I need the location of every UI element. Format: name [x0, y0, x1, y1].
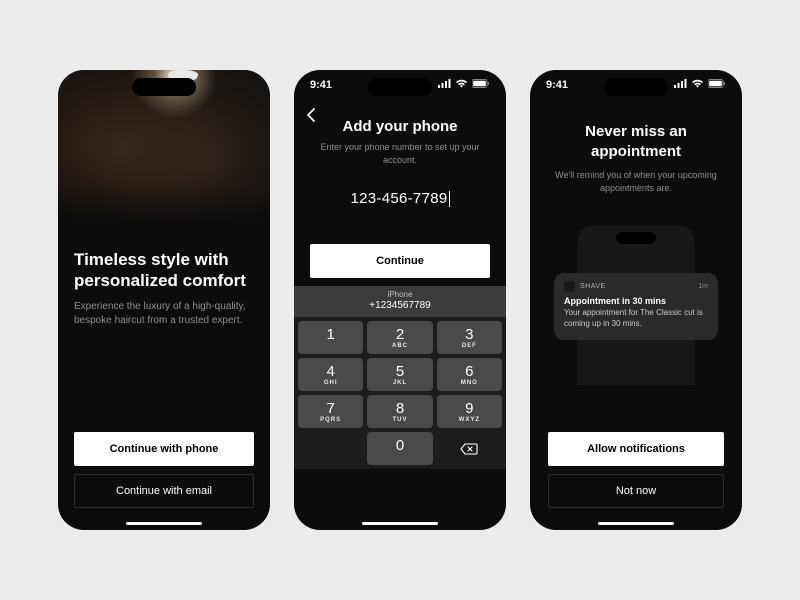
chevron-left-icon: [306, 108, 315, 122]
notifications-subtitle: We'll remind you of when your upcoming a…: [548, 169, 724, 195]
status-indicators: [674, 79, 726, 91]
keypad-blank: [298, 432, 363, 465]
phone-number-value: 123-456-7789: [350, 190, 447, 207]
mock-notch: [616, 232, 656, 244]
device-notch: [604, 78, 668, 96]
not-now-button[interactable]: Not now: [548, 474, 724, 508]
continue-with-email-button[interactable]: Continue with email: [74, 474, 254, 508]
allow-notifications-button[interactable]: Allow notifications: [548, 432, 724, 466]
add-phone-title: Add your phone: [310, 118, 490, 135]
keypad-key-4[interactable]: 4GHI: [298, 358, 363, 391]
phone-number-input[interactable]: 123-456-7789: [350, 190, 449, 207]
device-notch: [132, 78, 196, 96]
notifications-title: Never miss an appointment: [548, 122, 724, 161]
notification-card: SHAVE 1m Appointment in 30 mins Your app…: [554, 273, 718, 340]
add-phone-subtitle: Enter your phone number to set up your a…: [310, 141, 490, 166]
autofill-suggestion[interactable]: iPhone +1234567789: [294, 286, 506, 317]
notification-app-name: SHAVE: [580, 283, 693, 290]
notification-preview: SHAVE 1m Appointment in 30 mins Your app…: [548, 225, 724, 375]
autofill-number: +1234567789: [294, 300, 506, 311]
device-notch: [368, 78, 432, 96]
notifications-permission-screen: 9:41 Never miss an appointment We'll rem…: [530, 70, 742, 530]
keypad-key-1[interactable]: 1: [298, 321, 363, 354]
notification-title: Appointment in 30 mins: [564, 296, 708, 306]
wifi-icon: [455, 79, 468, 91]
welcome-subtitle: Experience the luxury of a high-quality,…: [74, 300, 254, 329]
keypad-key-9[interactable]: 9WXYZ: [437, 395, 502, 428]
battery-icon: [472, 79, 490, 91]
wifi-icon: [691, 79, 704, 91]
cellular-signal-icon: [674, 79, 687, 91]
onboarding-welcome-screen: 9:41 Timeless style with personalized co…: [58, 70, 270, 530]
keypad-key-0[interactable]: 0: [367, 432, 432, 465]
notification-timestamp: 1m: [698, 283, 708, 290]
notification-body: Your appointment for The Classic cut is …: [564, 308, 708, 330]
home-indicator[interactable]: [598, 522, 674, 525]
continue-with-phone-button[interactable]: Continue with phone: [74, 432, 254, 466]
keypad-delete[interactable]: [437, 432, 502, 465]
numeric-keypad: 1 2ABC 3DEF 4GHI 5JKL 6MNO 7PQRS 8TUV 9W…: [294, 317, 506, 469]
backspace-icon: [460, 443, 478, 455]
keypad-key-8[interactable]: 8TUV: [367, 395, 432, 428]
welcome-title: Timeless style with personalized comfort: [74, 249, 254, 292]
add-phone-screen: 9:41 Add your phone Enter your phone num…: [294, 70, 506, 530]
keypad-key-6[interactable]: 6MNO: [437, 358, 502, 391]
autofill-source-label: iPhone: [294, 290, 506, 299]
status-time: 9:41: [546, 79, 568, 91]
home-indicator[interactable]: [126, 522, 202, 525]
text-cursor: [449, 191, 450, 207]
home-indicator[interactable]: [362, 522, 438, 525]
notification-app-icon: [564, 281, 575, 292]
continue-button[interactable]: Continue: [310, 244, 490, 278]
status-indicators: [438, 79, 490, 91]
keypad-key-5[interactable]: 5JKL: [367, 358, 432, 391]
status-time: 9:41: [310, 79, 332, 91]
battery-icon: [708, 79, 726, 91]
keypad-key-2[interactable]: 2ABC: [367, 321, 432, 354]
keypad-key-7[interactable]: 7PQRS: [298, 395, 363, 428]
back-button[interactable]: [306, 108, 315, 127]
keypad-key-3[interactable]: 3DEF: [437, 321, 502, 354]
cellular-signal-icon: [438, 79, 451, 91]
